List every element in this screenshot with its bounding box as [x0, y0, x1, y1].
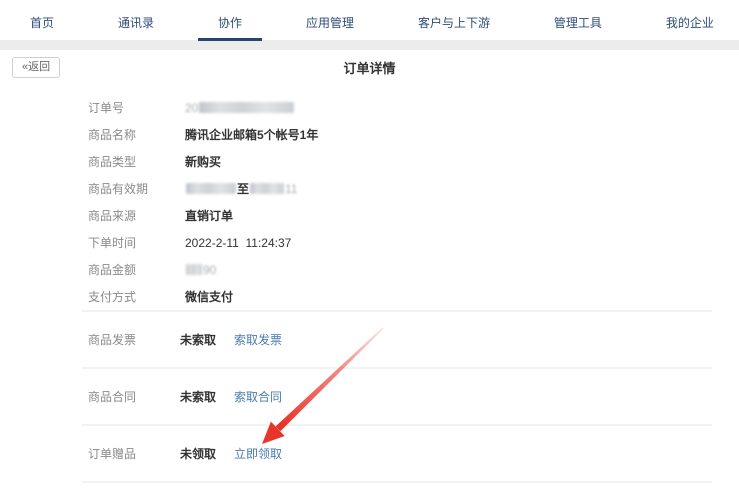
redacted-blur: [186, 264, 202, 275]
field-label: 商品名称: [88, 126, 185, 143]
field-value: 2022-2-11 11:24:37: [185, 236, 291, 250]
top-nav: 首页 通讯录 协作 应用管理 客户与上下游 管理工具 我的企业: [0, 0, 739, 40]
field-row-order-source: 商品来源直销订单: [88, 202, 739, 229]
action-label: 订单赠品: [88, 445, 180, 462]
status-text: 未索取: [180, 331, 216, 348]
field-label: 商品类型: [88, 153, 185, 170]
nav-item-5[interactable]: 管理工具: [554, 14, 602, 31]
nav-item-3[interactable]: 应用管理: [306, 14, 354, 31]
order-actions: 商品发票未索取索取发票商品合同未索取索取合同订单赠品未领取立即领取: [82, 310, 712, 483]
field-value: 腾讯企业邮箱5个帐号1年: [185, 126, 318, 143]
order-fields: 订单号20商品名称腾讯企业邮箱5个帐号1年商品类型新购买商品有效期至11商品来源…: [0, 87, 739, 310]
field-value: 至11: [185, 180, 297, 197]
page-header: «返回 订单详情: [0, 50, 739, 87]
separator-bar: [0, 40, 739, 50]
field-value: 20: [185, 101, 295, 115]
field-label: 商品来源: [88, 207, 185, 224]
field-label: 商品有效期: [88, 180, 185, 197]
nav-item-1[interactable]: 通讯录: [118, 14, 154, 31]
field-label: 下单时间: [88, 234, 185, 251]
back-button[interactable]: «返回: [12, 57, 60, 78]
action-row-invoice: 商品发票未索取 索取发票: [82, 310, 712, 367]
field-value: 90: [185, 263, 216, 277]
field-label: 订单号: [88, 99, 185, 116]
invoice-link[interactable]: 索取发票: [234, 331, 282, 348]
redacted-blur: [186, 183, 236, 194]
nav-item-0[interactable]: 首页: [30, 14, 54, 31]
nav-item-2[interactable]: 协作: [218, 14, 242, 31]
action-row-contract: 商品合同未索取 索取合同: [82, 367, 712, 424]
redacted-blur: [199, 102, 294, 113]
action-label: 商品合同: [88, 388, 180, 405]
nav-item-6[interactable]: 我的企业: [666, 14, 714, 31]
field-label: 商品金额: [88, 261, 185, 278]
nav-item-4[interactable]: 客户与上下游: [418, 14, 490, 31]
page-title: 订单详情: [0, 50, 739, 87]
field-row-order-amount: 商品金额90: [88, 256, 739, 283]
action-label: 商品发票: [88, 331, 180, 348]
field-row-product-name: 商品名称腾讯企业邮箱5个帐号1年: [88, 121, 739, 148]
field-value: 新购买: [185, 153, 221, 170]
redacted-blur: [250, 183, 284, 194]
field-row-order-number: 订单号20: [88, 94, 739, 121]
field-row-product-type: 商品类型新购买: [88, 148, 739, 175]
contract-link[interactable]: 索取合同: [234, 388, 282, 405]
status-text: 未领取: [180, 445, 216, 462]
field-row-payment-method: 支付方式微信支付: [88, 283, 739, 310]
field-label: 支付方式: [88, 288, 185, 305]
field-value: 直销订单: [185, 207, 233, 224]
field-value: 微信支付: [185, 288, 233, 305]
action-row-gift: 订单赠品未领取 立即领取: [82, 424, 712, 483]
field-row-order-time: 下单时间2022-2-11 11:24:37: [88, 229, 739, 256]
field-row-validity-period: 商品有效期至11: [88, 175, 739, 202]
status-text: 未索取: [180, 388, 216, 405]
gift-link[interactable]: 立即领取: [234, 445, 282, 462]
